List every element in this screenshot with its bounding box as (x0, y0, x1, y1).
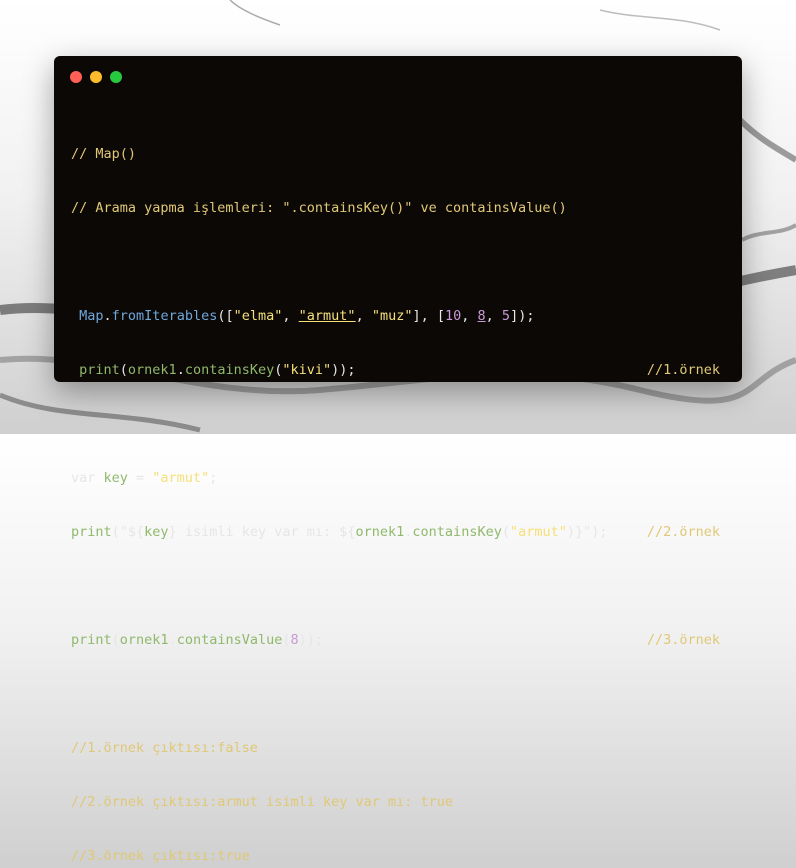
code-line-blank-2 (71, 415, 726, 433)
comma: , (355, 308, 372, 324)
comment-ornek-1: //1.örnek (646, 362, 720, 378)
dot: . (404, 524, 413, 540)
equals: = (127, 470, 153, 486)
dot: . (176, 362, 185, 378)
bracket: ], [ (412, 308, 445, 324)
code-line-2: // Arama yapma işlemleri: ".containsKey(… (71, 199, 726, 217)
comma: , (485, 308, 502, 324)
map-keyword: Map (79, 308, 104, 324)
print-function: print (79, 362, 120, 378)
string-part: "${ (119, 524, 145, 540)
containskey-method: containsKey (412, 524, 502, 540)
containskey-method: containsKey (184, 362, 275, 378)
window-controls (70, 71, 122, 83)
number-8: 8 (477, 308, 486, 324)
paren: )); (331, 362, 356, 378)
code-line-blank-1 (71, 253, 726, 271)
comma: , (282, 308, 299, 324)
string-part: }" (575, 524, 592, 540)
bracket: ]); (510, 308, 535, 324)
ornek1-variable: ornek1 (119, 632, 169, 648)
code-line-4: print(ornek1.containsKey("kivi"));//1.ör… (71, 361, 726, 379)
comma: , (461, 308, 478, 324)
code-line-blank-3 (71, 577, 726, 595)
comment-ornek-2: //2.örnek (646, 524, 720, 540)
fromiterables-method: fromIterables (111, 308, 218, 324)
comment-search: // Arama yapma işlemleri: ".containsKey(… (71, 200, 567, 216)
string-muz: "muz" (371, 308, 413, 324)
paren: ( (282, 632, 291, 648)
string-armut: "armut" (298, 308, 356, 324)
key-variable: key (103, 470, 128, 486)
print-function: print (71, 524, 112, 540)
paren: )); (298, 632, 324, 648)
code-line-5: var key = "armut"; (71, 469, 726, 487)
paren: ) (566, 524, 576, 540)
dot: . (168, 632, 177, 648)
dot: . (103, 308, 112, 324)
code-line-8: //1.örnek çıktısı:false (71, 739, 726, 757)
string-armut: "armut" (509, 524, 567, 540)
ornek1-variable: ornek1 (355, 524, 405, 540)
code-line-blank-4 (71, 685, 726, 703)
code-line-3: Map.fromIterables(["elma", "armut", "muz… (71, 307, 726, 325)
paren: ); (591, 524, 608, 540)
number-10: 10 (444, 308, 462, 324)
paren: ( (111, 632, 120, 648)
close-icon[interactable] (70, 71, 82, 83)
key-variable: key (144, 524, 169, 540)
output-comment-1: //1.örnek çıktısı:false (71, 740, 258, 756)
maximize-icon[interactable] (110, 71, 122, 83)
string-kivi: "kivi" (282, 362, 332, 378)
semicolon: ; (209, 470, 218, 486)
number-5: 5 (501, 308, 511, 324)
output-comment-3: //3.örnek çıktısı:true (71, 848, 250, 864)
print-function: print (71, 632, 112, 648)
paren: ( (501, 524, 510, 540)
paren: ( (111, 524, 120, 540)
code-line-10: //3.örnek çıktısı:true (71, 847, 726, 865)
comment-map: // Map() (71, 146, 137, 162)
containsvalue-method: containsValue (176, 632, 283, 648)
bracket: ([ (217, 308, 234, 324)
string-elma: "elma" (233, 308, 283, 324)
ornek1-variable: ornek1 (127, 362, 177, 378)
comment-ornek-3: //3.örnek (646, 632, 720, 648)
paren: ( (119, 362, 128, 378)
code-line-1: // Map() (71, 145, 726, 163)
number-8: 8 (290, 632, 299, 648)
string-armut: "armut" (152, 470, 210, 486)
code-line-6: print("${key} isimli key var mı: ${ornek… (71, 523, 726, 541)
minimize-icon[interactable] (90, 71, 102, 83)
output-comment-2: //2.örnek çıktısı:armut isimli key var m… (71, 794, 454, 810)
code-block: // Map() // Arama yapma işlemleri: ".con… (71, 109, 726, 868)
code-window: // Map() // Arama yapma işlemleri: ".con… (54, 56, 742, 864)
string-part: } isimli key var mı: ${ (168, 524, 356, 540)
var-keyword: var (71, 470, 104, 486)
code-line-9: //2.örnek çıktısı:armut isimli key var m… (71, 793, 726, 811)
code-line-7: print(ornek1.containsValue(8));//3.örnek (71, 631, 726, 649)
